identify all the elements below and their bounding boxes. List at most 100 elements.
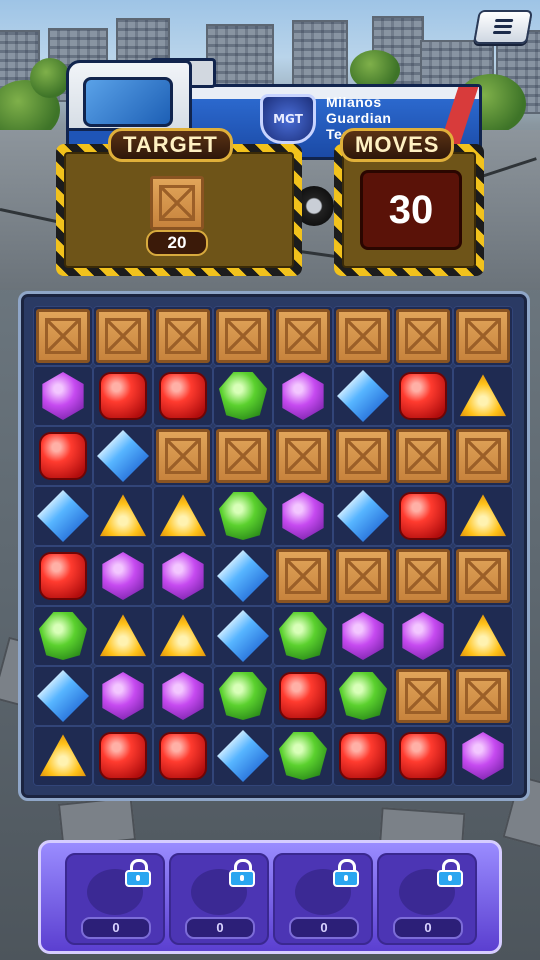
board-cell[interactable]: [273, 486, 333, 546]
board-cell[interactable]: [453, 606, 513, 666]
blue-gem[interactable]: [37, 490, 89, 542]
board-cell[interactable]: [33, 366, 93, 426]
board-cell[interactable]: [393, 666, 453, 726]
board-cell[interactable]: [33, 306, 93, 366]
blue-gem[interactable]: [37, 670, 89, 722]
green-gem[interactable]: [219, 372, 267, 420]
red-gem[interactable]: [279, 672, 327, 720]
purple-gem[interactable]: [102, 672, 144, 720]
board-cell[interactable]: [393, 426, 453, 486]
board-cell[interactable]: [273, 606, 333, 666]
board-cell[interactable]: [333, 606, 393, 666]
board-cell[interactable]: [93, 546, 153, 606]
green-gem[interactable]: [219, 672, 267, 720]
board-cell[interactable]: [93, 306, 153, 366]
board-cell[interactable]: [453, 306, 513, 366]
board-cell[interactable]: [213, 666, 273, 726]
yellow-gem[interactable]: [99, 614, 147, 657]
board-cell[interactable]: [213, 546, 273, 606]
red-gem[interactable]: [399, 372, 447, 420]
board-cell[interactable]: [213, 606, 273, 666]
board-cell[interactable]: [333, 486, 393, 546]
red-gem[interactable]: [39, 552, 87, 600]
board-cell[interactable]: [393, 306, 453, 366]
board-cell[interactable]: [93, 726, 153, 786]
yellow-gem[interactable]: [459, 374, 507, 417]
blue-gem[interactable]: [217, 550, 269, 602]
board-cell[interactable]: [273, 546, 333, 606]
blue-gem[interactable]: [217, 730, 269, 782]
purple-gem[interactable]: [162, 672, 204, 720]
purple-gem[interactable]: [102, 552, 144, 600]
board-cell[interactable]: [33, 546, 93, 606]
red-gem[interactable]: [399, 492, 447, 540]
board-cell[interactable]: [213, 486, 273, 546]
green-gem[interactable]: [279, 732, 327, 780]
board-cell[interactable]: [333, 726, 393, 786]
board-cell[interactable]: [273, 366, 333, 426]
yellow-gem[interactable]: [159, 494, 207, 537]
booster-slot[interactable]: 0: [273, 853, 373, 945]
board-cell[interactable]: [93, 486, 153, 546]
booster-slot[interactable]: 0: [169, 853, 269, 945]
purple-gem[interactable]: [342, 612, 384, 660]
board-cell[interactable]: [33, 606, 93, 666]
board-cell[interactable]: [333, 546, 393, 606]
purple-gem[interactable]: [402, 612, 444, 660]
menu-button[interactable]: [473, 10, 533, 44]
board-cell[interactable]: [33, 666, 93, 726]
board-cell[interactable]: [333, 366, 393, 426]
red-gem[interactable]: [159, 372, 207, 420]
board-cell[interactable]: [33, 426, 93, 486]
blue-gem[interactable]: [337, 490, 389, 542]
board-cell[interactable]: [393, 366, 453, 426]
board-cell[interactable]: [213, 426, 273, 486]
board-cell[interactable]: [213, 366, 273, 426]
board-cell[interactable]: [453, 546, 513, 606]
green-gem[interactable]: [219, 492, 267, 540]
blue-gem[interactable]: [217, 610, 269, 662]
green-gem[interactable]: [339, 672, 387, 720]
blue-gem[interactable]: [97, 430, 149, 482]
board-cell[interactable]: [393, 546, 453, 606]
red-gem[interactable]: [339, 732, 387, 780]
board-cell[interactable]: [153, 726, 213, 786]
purple-gem[interactable]: [282, 492, 324, 540]
board-cell[interactable]: [453, 666, 513, 726]
red-gem[interactable]: [99, 372, 147, 420]
board-cell[interactable]: [153, 306, 213, 366]
board-cell[interactable]: [333, 306, 393, 366]
board-cell[interactable]: [453, 366, 513, 426]
board-cell[interactable]: [93, 366, 153, 426]
board-cell[interactable]: [453, 486, 513, 546]
yellow-gem[interactable]: [159, 614, 207, 657]
board-cell[interactable]: [453, 426, 513, 486]
board-cell[interactable]: [213, 726, 273, 786]
board-cell[interactable]: [153, 546, 213, 606]
yellow-gem[interactable]: [99, 494, 147, 537]
board-cell[interactable]: [153, 666, 213, 726]
yellow-gem[interactable]: [459, 614, 507, 657]
board-cell[interactable]: [33, 726, 93, 786]
board-cell[interactable]: [153, 606, 213, 666]
board-cell[interactable]: [153, 366, 213, 426]
purple-gem[interactable]: [162, 552, 204, 600]
board-cell[interactable]: [273, 306, 333, 366]
yellow-gem[interactable]: [39, 734, 87, 777]
blue-gem[interactable]: [337, 370, 389, 422]
green-gem[interactable]: [279, 612, 327, 660]
red-gem[interactable]: [159, 732, 207, 780]
board-cell[interactable]: [93, 606, 153, 666]
red-gem[interactable]: [399, 732, 447, 780]
board-cell[interactable]: [153, 486, 213, 546]
board-cell[interactable]: [333, 666, 393, 726]
board-cell[interactable]: [273, 666, 333, 726]
booster-slot[interactable]: 0: [65, 853, 165, 945]
booster-slot[interactable]: 0: [377, 853, 477, 945]
board-cell[interactable]: [153, 426, 213, 486]
board-cell[interactable]: [93, 426, 153, 486]
purple-gem[interactable]: [462, 732, 504, 780]
board-cell[interactable]: [93, 666, 153, 726]
green-gem[interactable]: [39, 612, 87, 660]
board-cell[interactable]: [393, 486, 453, 546]
